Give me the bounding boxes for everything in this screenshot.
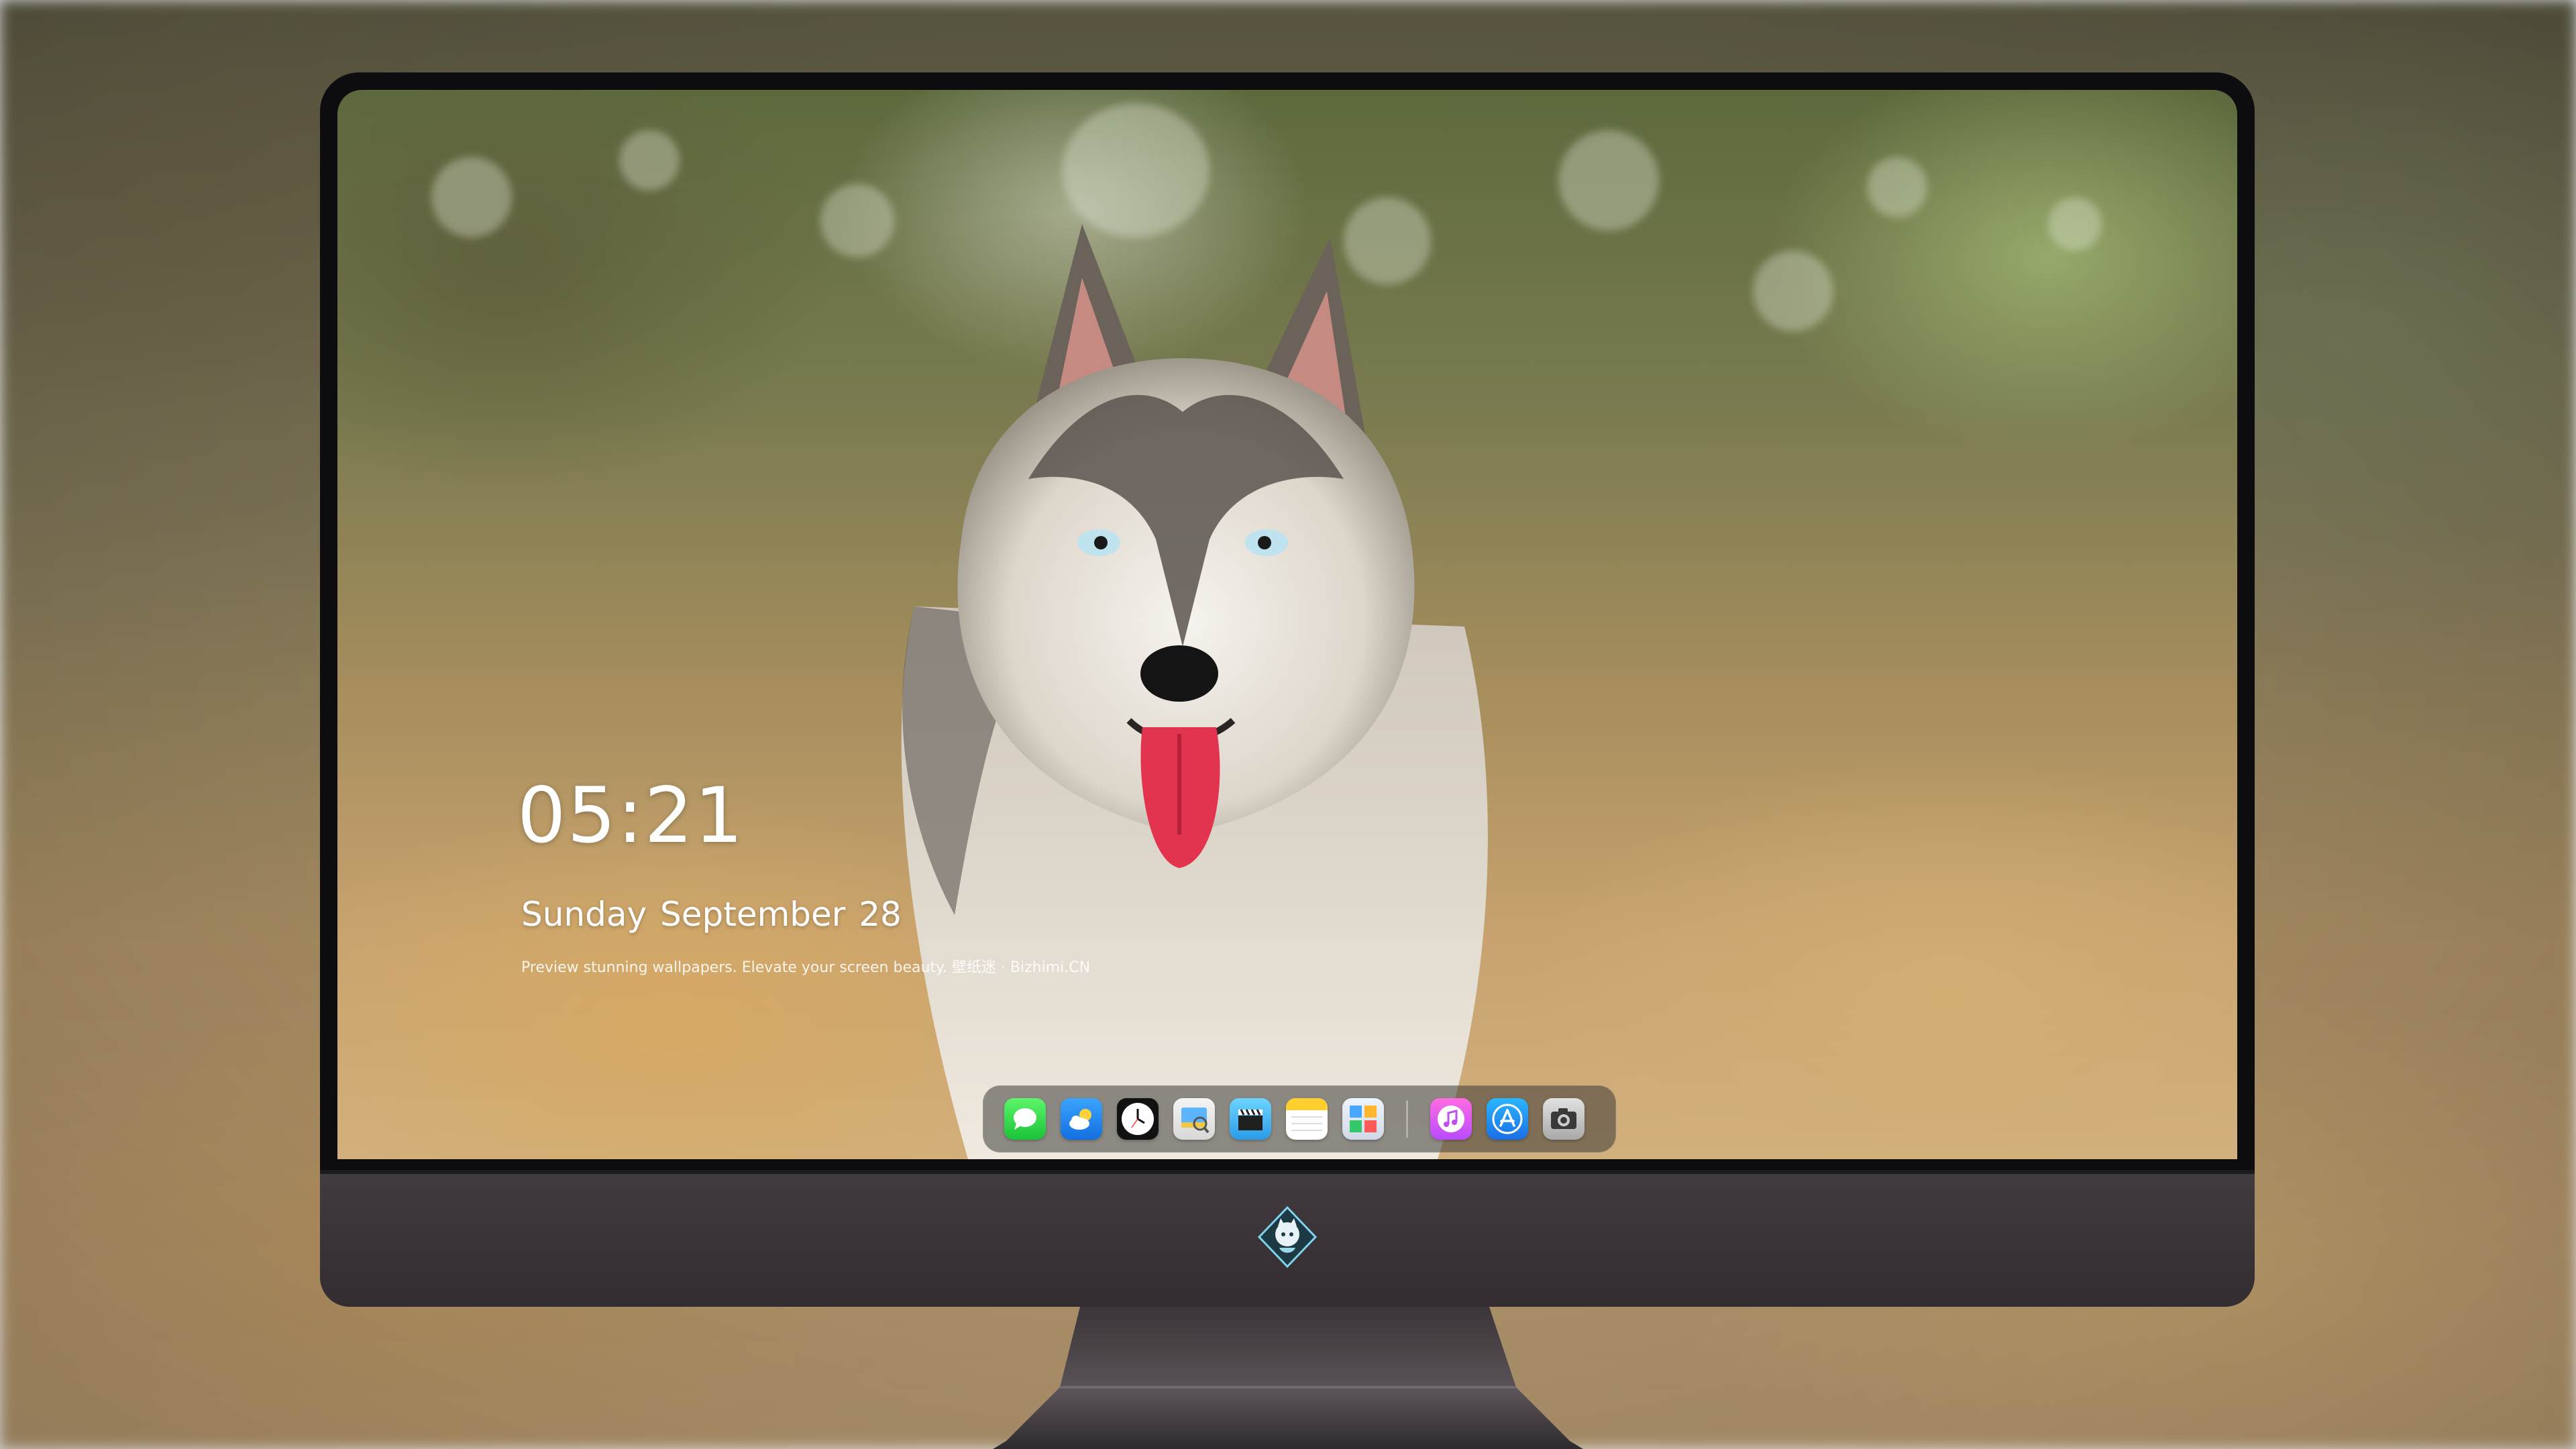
dock-app-clock[interactable] [1117, 1098, 1159, 1140]
clock-time: 05:21 [517, 771, 745, 860]
dock-app-photo-booth[interactable] [1342, 1098, 1384, 1140]
app-store-icon [1492, 1104, 1523, 1134]
weather-icon [1069, 1109, 1091, 1130]
monitor-stand [993, 1307, 1583, 1449]
desktop-screen: 05:21 Sunday September 28 Preview stunni… [337, 90, 2237, 1159]
dock-app-weather[interactable] [1061, 1098, 1102, 1140]
dock-separator [1406, 1100, 1408, 1138]
preview-icon [1181, 1108, 1210, 1134]
dock-app-music[interactable] [1430, 1098, 1472, 1140]
wallpaper-tagline: Preview stunning wallpapers. Elevate you… [521, 959, 1091, 976]
music-icon [1438, 1106, 1464, 1132]
camera-icon [1551, 1108, 1576, 1129]
dock [983, 1085, 1616, 1152]
dock-app-app-store[interactable] [1487, 1098, 1528, 1140]
dock-app-clips[interactable] [1230, 1098, 1271, 1140]
dock-app-messages[interactable] [1004, 1098, 1046, 1140]
dock-app-preview[interactable] [1173, 1098, 1215, 1140]
monitor-bezel: 05:21 Sunday September 28 Preview stunni… [320, 72, 2255, 1170]
dock-app-camera[interactable] [1543, 1098, 1585, 1140]
gallery-icon [1350, 1106, 1377, 1132]
monitor: 05:21 Sunday September 28 Preview stunni… [320, 72, 2255, 1307]
husky-wallpaper-image [901, 224, 1488, 1159]
clapperboard-icon [1238, 1109, 1263, 1130]
dock-app-notes[interactable] [1286, 1098, 1328, 1140]
clock-icon [1122, 1103, 1154, 1135]
messages-icon [1014, 1108, 1036, 1130]
brand-logo-icon [1257, 1205, 1318, 1269]
clock-date: Sunday September 28 [521, 895, 902, 934]
notes-icon [1286, 1098, 1328, 1131]
